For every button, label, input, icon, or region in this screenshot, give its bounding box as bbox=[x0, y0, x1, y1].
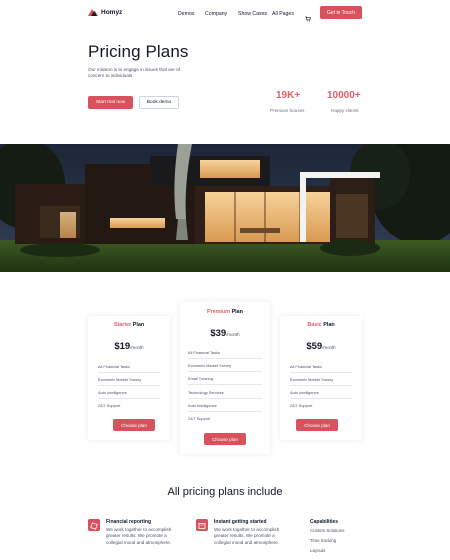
plan-feature: Email Tutoring bbox=[188, 376, 213, 381]
divider bbox=[290, 385, 352, 386]
pricing-section: Starter Plan $19/month All Financial Tas… bbox=[0, 272, 450, 462]
divider bbox=[98, 385, 160, 386]
stat-value-clients: 10000+ bbox=[327, 90, 361, 101]
divider bbox=[188, 411, 262, 412]
feature-heading: Financial reporting bbox=[106, 519, 152, 525]
plan-price: $19/month bbox=[88, 341, 170, 352]
page-title: Pricing Plans bbox=[88, 42, 189, 61]
pricing-card-basic: Basic Plan $59/month All Financial Tasks… bbox=[280, 316, 362, 440]
plan-price-unit: /month bbox=[130, 345, 144, 350]
divider bbox=[188, 358, 262, 359]
plan-feature: 24/7 Support bbox=[188, 416, 211, 421]
plan-name-rest: Plan bbox=[230, 309, 243, 315]
choose-plan-button[interactable]: Choose plan bbox=[204, 433, 246, 445]
feature-body-line: collegial mood and atmosphere. bbox=[214, 539, 280, 545]
choose-plan-button[interactable]: Choose plan bbox=[113, 419, 155, 431]
plan-feature: Technology Services bbox=[188, 390, 224, 395]
plan-name-accent: Premium bbox=[207, 309, 231, 315]
stat-value-houses: 19K+ bbox=[276, 90, 301, 101]
capability-item[interactable]: Time tracking bbox=[310, 538, 336, 543]
start-icon bbox=[196, 519, 208, 531]
plan-name: Premium Plan bbox=[180, 309, 270, 315]
nav-item-show-cases[interactable]: Show Cases bbox=[238, 11, 267, 17]
plan-feature: 24/7 Support bbox=[98, 403, 121, 408]
plan-feature: All Financial Tasks bbox=[188, 350, 220, 355]
plan-feature: All Financial Tasks bbox=[290, 364, 322, 369]
capability-item[interactable]: Custom Solutions bbox=[310, 528, 344, 533]
plan-price-amount: $39 bbox=[210, 328, 227, 339]
plan-price: $59/month bbox=[280, 341, 362, 352]
capabilities-heading: Capabilities bbox=[310, 519, 339, 525]
plan-name-accent: Basic bbox=[307, 322, 322, 328]
feature-body: We work together to accomplish greater r… bbox=[214, 527, 294, 546]
plan-feature: 24/7 Support bbox=[290, 403, 313, 408]
plan-name-rest: Plan bbox=[321, 322, 335, 328]
brand-logo[interactable]: Homyz bbox=[88, 8, 122, 16]
divider bbox=[188, 384, 262, 385]
pricing-card-starter: Starter Plan $19/month All Financial Tas… bbox=[88, 316, 170, 440]
includes-title: All pricing plans include bbox=[167, 486, 283, 498]
nav-item-all-pages[interactable]: All Pages bbox=[272, 11, 294, 17]
divider bbox=[98, 398, 160, 399]
choose-plan-button[interactable]: Choose plan bbox=[296, 419, 338, 431]
house-photo bbox=[0, 144, 450, 272]
hero-description: Our mission is to engage in issues that … bbox=[88, 67, 180, 78]
get-in-touch-button[interactable]: Get in Touch bbox=[320, 6, 362, 19]
feature-heading: Instant getting started bbox=[214, 519, 267, 525]
plan-feature: Economic Market Survey bbox=[188, 363, 232, 368]
cart-icon[interactable] bbox=[305, 9, 311, 22]
plan-name-accent: Starter bbox=[113, 322, 132, 328]
nav-item-company[interactable]: Company bbox=[205, 11, 227, 17]
book-demo-button[interactable]: Book demo bbox=[139, 96, 179, 109]
plan-name: Basic Plan bbox=[280, 322, 362, 328]
feature-body-line: collegial mood and atmosphere. bbox=[106, 539, 172, 545]
plan-price-amount: $59 bbox=[306, 341, 323, 352]
plan-feature: Auto Intelligence bbox=[290, 390, 319, 395]
plan-price-unit: /month bbox=[226, 332, 240, 337]
capability-item[interactable]: Layouts bbox=[310, 548, 325, 553]
plan-price-amount: $19 bbox=[114, 341, 131, 352]
divider bbox=[188, 398, 262, 399]
plan-feature: Economic Market Survey bbox=[290, 377, 334, 382]
plan-name-rest: Plan bbox=[131, 322, 145, 328]
plan-name: Starter Plan bbox=[88, 322, 170, 328]
plan-price: $39/month bbox=[180, 328, 270, 339]
pricing-card-premium: Premium Plan $39/month All Financial Tas… bbox=[180, 302, 270, 454]
divider bbox=[290, 398, 352, 399]
divider bbox=[290, 372, 352, 373]
stat-label-clients: Happy clients bbox=[331, 108, 359, 113]
report-icon bbox=[88, 519, 100, 531]
nav-item-demos[interactable]: Demos bbox=[178, 11, 194, 17]
divider bbox=[98, 372, 160, 373]
plan-feature: Auto Intelligence bbox=[98, 390, 127, 395]
logo-mark-icon bbox=[88, 8, 98, 16]
plan-feature: All Financial Tasks bbox=[98, 364, 130, 369]
plan-price-unit: /month bbox=[322, 345, 336, 350]
top-navigation: Homyz Demos Company Show Cases All Pages… bbox=[0, 0, 450, 28]
start-trial-button[interactable]: Start trial now bbox=[88, 96, 133, 109]
brand-name: Homyz bbox=[101, 8, 123, 16]
stat-label-houses: Premium houses bbox=[270, 108, 305, 113]
plan-feature: Auto Intelligence bbox=[188, 403, 217, 408]
divider bbox=[188, 371, 262, 372]
feature-body: We work together to accomplish greater r… bbox=[106, 527, 186, 546]
plan-feature: Economic Market Survey bbox=[98, 377, 142, 382]
